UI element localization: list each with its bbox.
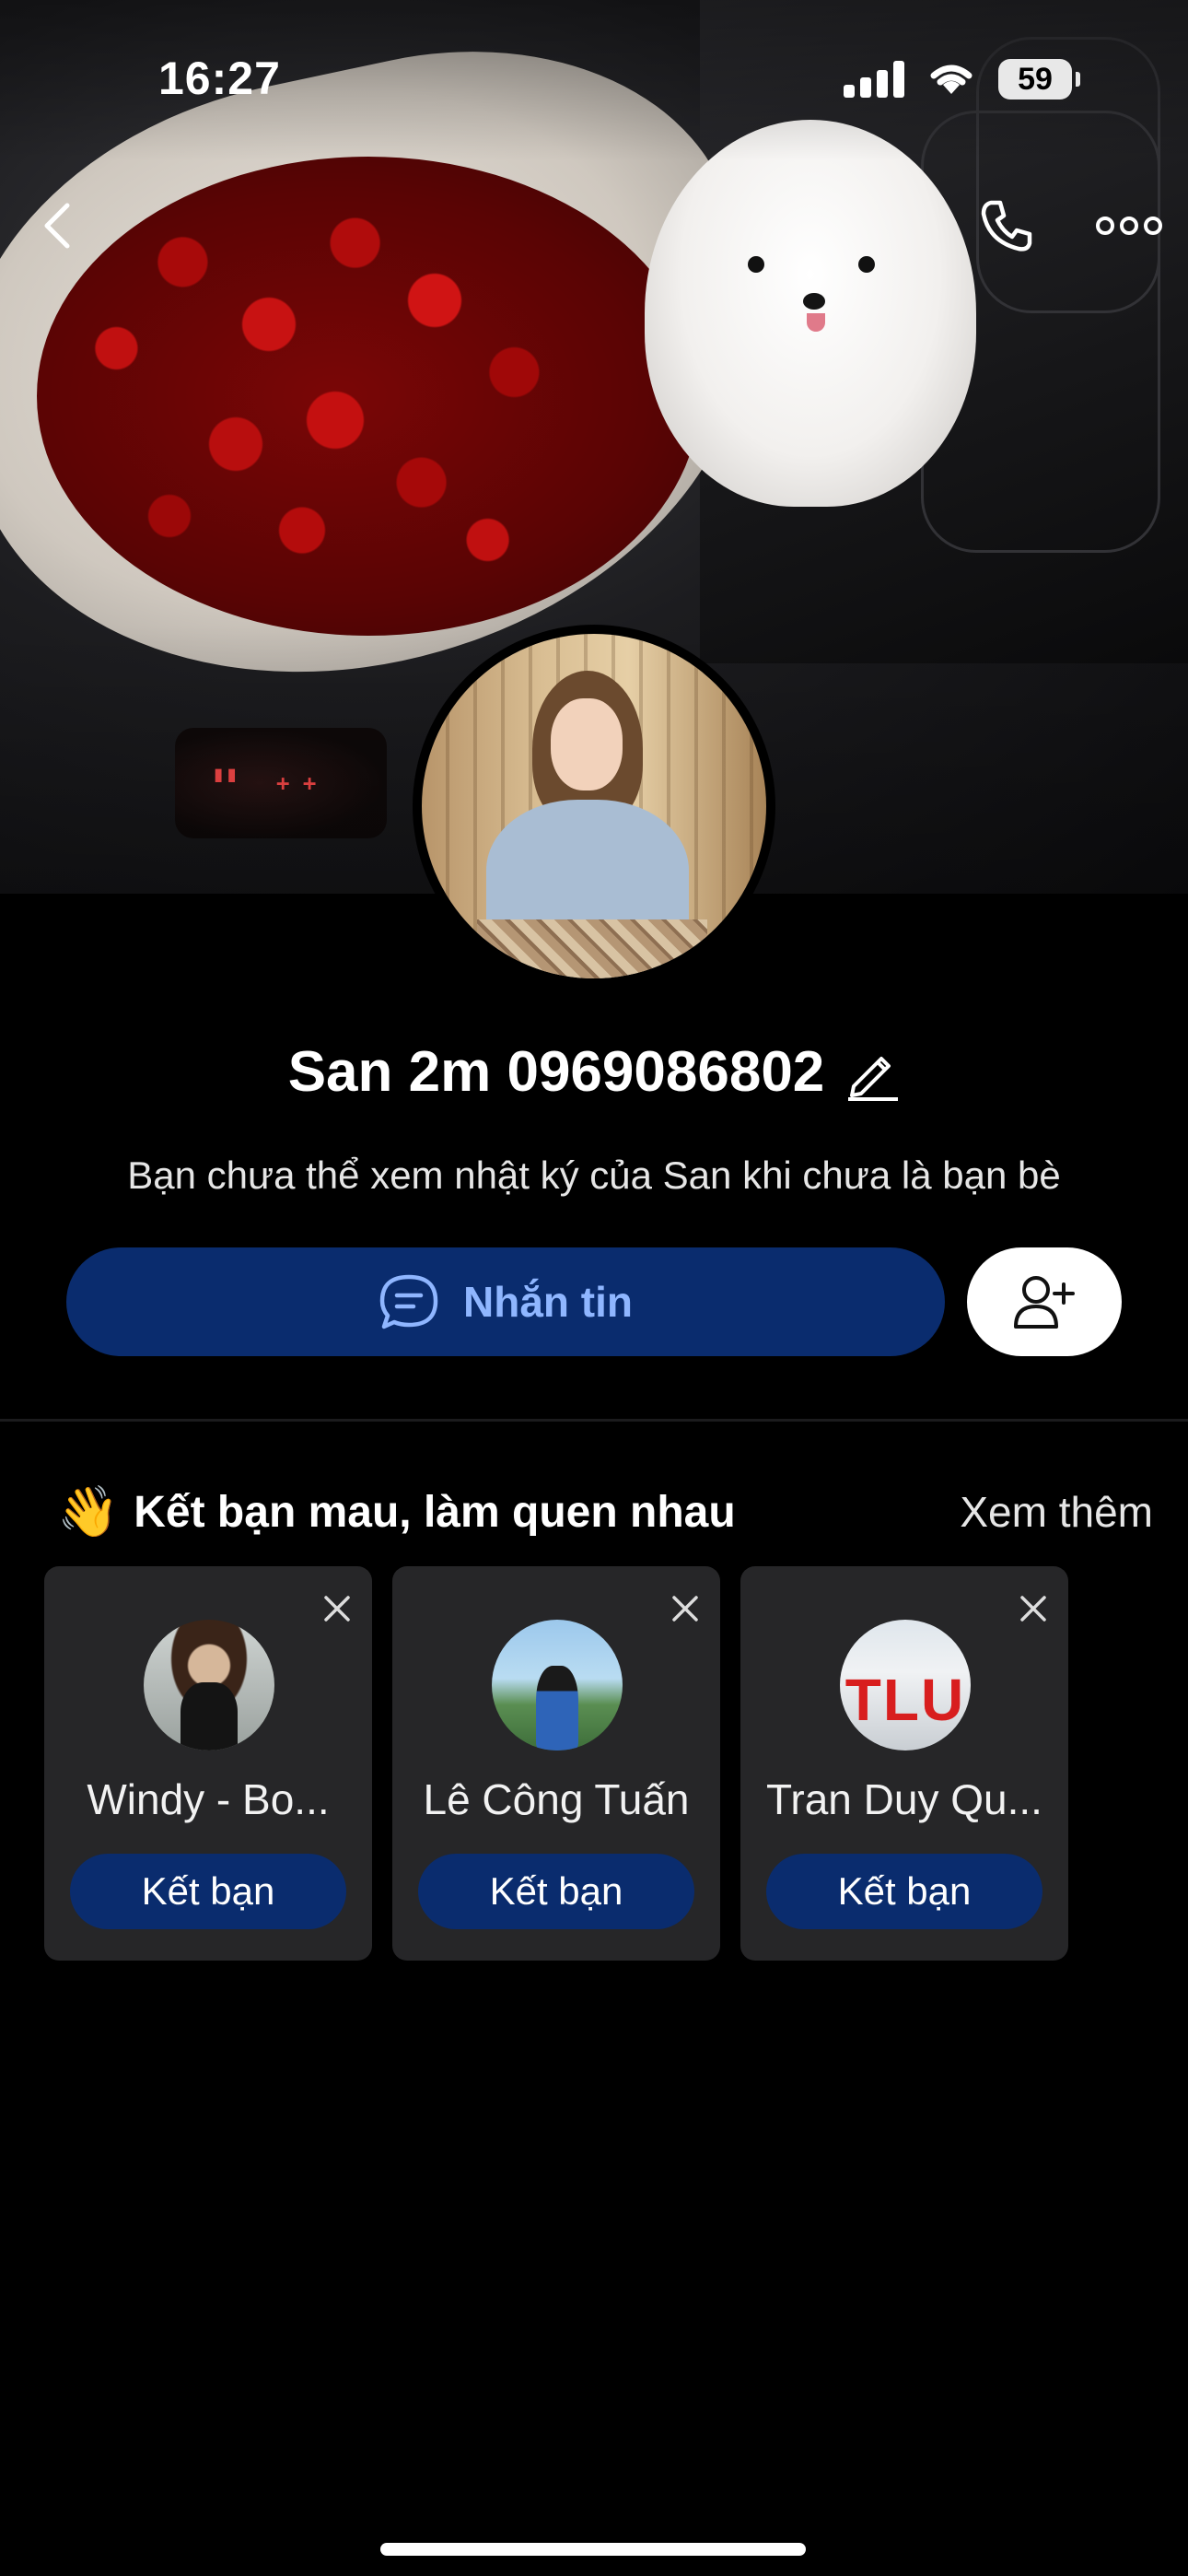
dismiss-suggestion-button[interactable]: [1015, 1590, 1052, 1627]
suggestion-name: Lê Công Tuấn: [423, 1775, 690, 1823]
profile-name: San 2m 0969086802: [287, 1040, 825, 1104]
battery-indicator: 59: [998, 59, 1080, 100]
add-friend-button[interactable]: [967, 1247, 1122, 1356]
chat-bubble-icon: [379, 1274, 438, 1329]
close-icon: [324, 1596, 350, 1622]
profile-avatar[interactable]: [413, 625, 775, 988]
suggestion-card[interactable]: Windy - Bo... Kết bạn: [44, 1566, 372, 1961]
wifi-icon: [930, 64, 973, 94]
add-friend-suggestion-button[interactable]: Kết bạn: [70, 1854, 346, 1929]
home-indicator[interactable]: [380, 2543, 806, 2556]
close-icon: [672, 1596, 698, 1622]
suggestion-card[interactable]: Lê Công Tuấn Kết bạn: [392, 1566, 720, 1961]
add-friend-icon: [1014, 1276, 1075, 1329]
add-friend-suggestion-button[interactable]: Kết bạn: [766, 1854, 1042, 1929]
avatar-sign-text: TLU: [844, 1667, 966, 1733]
back-arrow-icon: [44, 203, 70, 249]
suggestion-avatar[interactable]: TLU: [840, 1620, 971, 1751]
call-button[interactable]: [965, 184, 1048, 267]
profile-name-row: San 2m 0969086802: [0, 1039, 1188, 1105]
suggestion-name: Tran Duy Qu...: [766, 1775, 1042, 1823]
suggestion-avatar[interactable]: [492, 1620, 623, 1751]
suggestions-title: Kết bạn mau, làm quen nhau: [134, 1488, 736, 1537]
see-more-link[interactable]: Xem thêm: [960, 1487, 1153, 1537]
more-options-button[interactable]: [1087, 184, 1171, 267]
send-message-button[interactable]: Nhắn tin: [66, 1247, 945, 1356]
dismiss-suggestion-button[interactable]: [319, 1590, 355, 1627]
suggestions-header: 👋 Kết bạn mau, làm quen nhau: [57, 1483, 736, 1541]
edit-pencil-icon[interactable]: [844, 1044, 900, 1101]
dismiss-suggestion-button[interactable]: [667, 1590, 704, 1627]
suggestion-name: Windy - Bo...: [87, 1775, 330, 1823]
send-message-label: Nhắn tin: [463, 1278, 633, 1326]
cellular-signal-icon: [844, 61, 906, 98]
suggestion-avatar[interactable]: [144, 1620, 274, 1751]
wave-icon: 👋: [57, 1484, 120, 1540]
status-bar: 16:27 59: [0, 0, 1188, 157]
suggestion-card[interactable]: TLU Tran Duy Qu... Kết bạn: [740, 1566, 1068, 1961]
profile-subtitle: Bạn chưa thể xem nhật ký của San khi chư…: [127, 1153, 1061, 1197]
section-divider: [0, 1419, 1188, 1422]
status-time: 16:27: [158, 53, 281, 104]
more-options-icon: [1096, 217, 1162, 235]
add-friend-suggestion-button[interactable]: Kết bạn: [418, 1854, 694, 1929]
back-button[interactable]: [17, 184, 99, 267]
close-icon: [1020, 1596, 1046, 1622]
phone-icon: [981, 200, 1032, 252]
